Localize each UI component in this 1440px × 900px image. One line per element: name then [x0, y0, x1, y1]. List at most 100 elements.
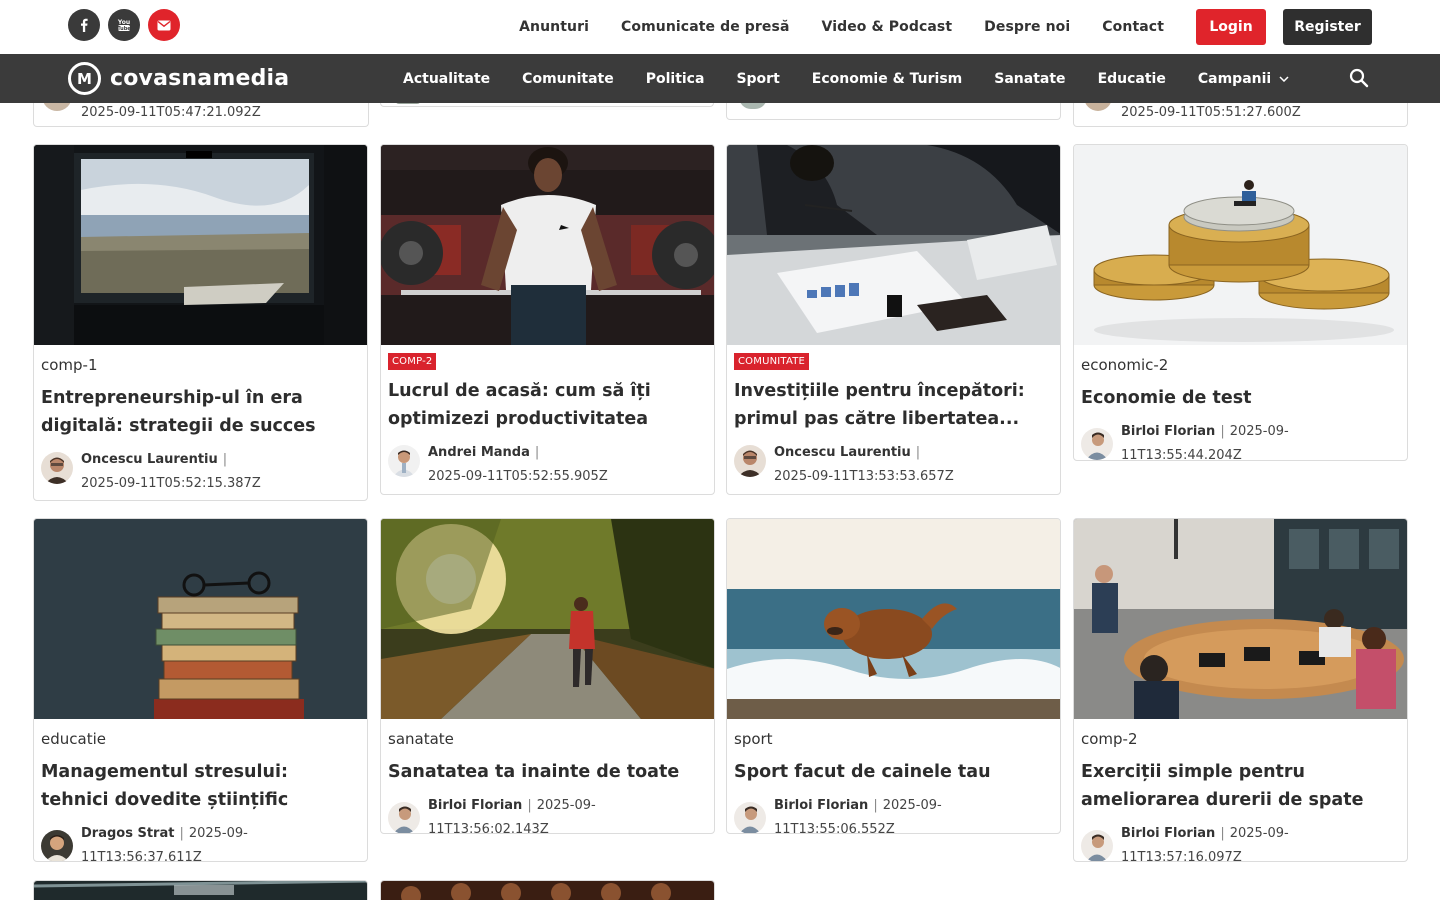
article-category[interactable]: sanatate	[388, 731, 707, 747]
top-link-despre-noi[interactable]: Despre noi	[984, 19, 1070, 35]
top-link-comunicate[interactable]: Comunicate de presă	[621, 19, 790, 35]
top-link-video-podcast[interactable]: Video & Podcast	[822, 19, 953, 35]
nav-item-educatie[interactable]: Educatie	[1098, 71, 1166, 87]
article-image[interactable]	[381, 881, 714, 900]
article-category[interactable]: comp-2	[1081, 731, 1400, 747]
partial-card[interactable]	[726, 97, 1061, 120]
article-title[interactable]: Sport facut de cainele tau	[734, 758, 1053, 786]
article-title[interactable]: Economie de test	[1081, 384, 1400, 412]
nav-item-campanii[interactable]: Campanii	[1198, 71, 1289, 87]
article-card[interactable]: COMUNITATE Investițiile pentru începător…	[726, 144, 1061, 495]
article-image[interactable]	[1074, 519, 1407, 719]
search-icon[interactable]	[1349, 68, 1369, 92]
article-card[interactable]: sanatate Sanatatea ta inainte de toate B…	[380, 518, 715, 834]
article-image[interactable]	[727, 145, 1060, 345]
article-title[interactable]: Managementul stresului: tehnici dovedite…	[41, 758, 360, 814]
article-title[interactable]: Entrepreneurship-ul în era digitală: str…	[41, 384, 360, 440]
article-meta: Birloi Florian | 2025-09-11T13:56:02.143Z	[388, 794, 707, 833]
svg-text:Tube: Tube	[117, 26, 131, 32]
author-name[interactable]: Birloi Florian	[774, 798, 868, 813]
partial-card[interactable]: 2025-09-11T05:51:27.600Z	[1073, 91, 1408, 127]
article-date: 2025-09-11T05:52:15.387Z	[81, 476, 261, 491]
author-avatar	[388, 445, 420, 477]
login-button[interactable]: Login	[1196, 9, 1266, 45]
article-date: 2025-09-11T13:53:53.657Z	[774, 469, 954, 484]
nav-item-comunitate[interactable]: Comunitate	[522, 71, 614, 87]
author-name[interactable]: Birloi Florian	[1121, 826, 1215, 841]
author-name[interactable]: Dragos Strat	[81, 826, 174, 841]
article-card[interactable]	[380, 880, 715, 900]
partial-card-date: 2025-09-11T05:51:27.600Z	[1121, 105, 1301, 120]
author-avatar	[41, 452, 73, 484]
article-card[interactable]: COMP-2 Lucrul de acasă: cum să îți optim…	[380, 144, 715, 495]
nav-item-campanii-label: Campanii	[1197, 70, 1272, 87]
top-link-contact[interactable]: Contact	[1102, 19, 1164, 35]
article-meta: Birloi Florian | 2025-09-11T13:55:06.552Z	[734, 794, 1053, 833]
logo-mark-icon: M	[68, 62, 101, 95]
article-card[interactable]: comp-2 Exerciții simple pentru ameliorar…	[1073, 518, 1408, 862]
article-image[interactable]	[381, 519, 714, 719]
article-card[interactable]: educatie Managementul stresului: tehnici…	[33, 518, 368, 862]
chevron-down-icon	[1279, 75, 1289, 82]
author-avatar	[1081, 428, 1113, 460]
article-card[interactable]: economic-2 Economie de test Birloi Flori…	[1073, 144, 1408, 461]
nav-item-sanatate[interactable]: Sanatate	[994, 71, 1065, 87]
article-date: 2025-09-11T05:52:55.905Z	[428, 469, 608, 484]
article-category-badge[interactable]: COMUNITATE	[734, 353, 810, 370]
article-title[interactable]: Investițiile pentru începători: primul p…	[734, 377, 1053, 433]
logo-wordmark: covasnamedia	[110, 66, 290, 91]
article-meta: Oncescu Laurentiu | 2025-09-11T05:52:15.3…	[41, 448, 360, 496]
author-name[interactable]: Birloi Florian	[428, 798, 522, 813]
article-image[interactable]	[34, 519, 367, 719]
article-category-badge[interactable]: COMP-2	[388, 353, 437, 370]
article-title[interactable]: Sanatatea ta inainte de toate	[388, 758, 707, 786]
nav-item-politica[interactable]: Politica	[646, 71, 705, 87]
article-card[interactable]: sport Sport facut de cainele tau Birloi …	[726, 518, 1061, 834]
author-avatar	[1081, 830, 1113, 861]
author-avatar	[734, 802, 766, 833]
article-image[interactable]	[34, 145, 367, 345]
article-meta: Oncescu Laurentiu | 2025-09-11T13:53:53.6…	[734, 441, 1053, 489]
author-name[interactable]: Andrei Manda	[428, 445, 530, 460]
top-link-anunturi[interactable]: Anunturi	[519, 19, 589, 35]
partial-card[interactable]: 2025-09-11T05:47:21.092Z	[33, 91, 369, 127]
nav-item-sport[interactable]: Sport	[736, 71, 779, 87]
author-avatar	[734, 445, 766, 477]
author-name[interactable]: Birloi Florian	[1121, 424, 1215, 439]
svg-text:You: You	[117, 19, 130, 26]
partial-card-date: 2025-09-11T05:47:21.092Z	[81, 105, 261, 120]
site-logo[interactable]: M covasnamedia	[68, 62, 289, 95]
mail-icon[interactable]	[148, 9, 180, 41]
article-title[interactable]: Lucrul de acasă: cum să îți optimizezi p…	[388, 377, 707, 433]
article-category[interactable]: educatie	[41, 731, 360, 747]
article-card[interactable]: comp-1 Entrepreneurship-ul în era digita…	[33, 144, 368, 501]
partial-card[interactable]	[380, 100, 714, 107]
article-image[interactable]	[727, 519, 1060, 719]
article-card[interactable]	[33, 880, 368, 900]
article-meta: Dragos Strat | 2025-09-11T13:56:37.611Z	[41, 822, 360, 861]
category-nav: Actualitate Comunitate Politica Sport Ec…	[403, 54, 1321, 103]
nav-item-economie-turism[interactable]: Economie & Turism	[812, 71, 963, 87]
nav-item-actualitate[interactable]: Actualitate	[403, 71, 490, 87]
article-meta: Birloi Florian | 2025-09-11T13:55:44.204Z	[1081, 420, 1400, 460]
facebook-icon[interactable]	[68, 9, 100, 41]
top-nav: Anunturi Comunicate de presă Video & Pod…	[519, 9, 1372, 45]
youtube-icon[interactable]: You Tube	[108, 9, 140, 41]
main-nav: M covasnamedia Actualitate Comunitate Po…	[0, 54, 1440, 103]
author-name[interactable]: Oncescu Laurentiu	[81, 452, 218, 467]
article-meta: Birloi Florian | 2025-09-11T13:57:16.097Z	[1081, 822, 1400, 861]
top-bar: You Tube Anunturi Comunicate de presă Vid…	[0, 0, 1440, 54]
social-links: You Tube	[68, 9, 180, 41]
article-image[interactable]	[381, 145, 714, 345]
article-image[interactable]	[34, 881, 367, 900]
article-title[interactable]: Exerciții simple pentru ameliorarea dure…	[1081, 758, 1400, 814]
article-category[interactable]: comp-1	[41, 357, 360, 373]
author-avatar	[388, 802, 420, 833]
article-category[interactable]: economic-2	[1081, 357, 1400, 373]
author-name[interactable]: Oncescu Laurentiu	[774, 445, 911, 460]
article-meta: Andrei Manda | 2025-09-11T05:52:55.905Z	[388, 441, 707, 489]
author-avatar	[41, 830, 73, 861]
article-category[interactable]: sport	[734, 731, 1053, 747]
article-image[interactable]	[1074, 145, 1407, 345]
register-button[interactable]: Register	[1283, 9, 1372, 45]
